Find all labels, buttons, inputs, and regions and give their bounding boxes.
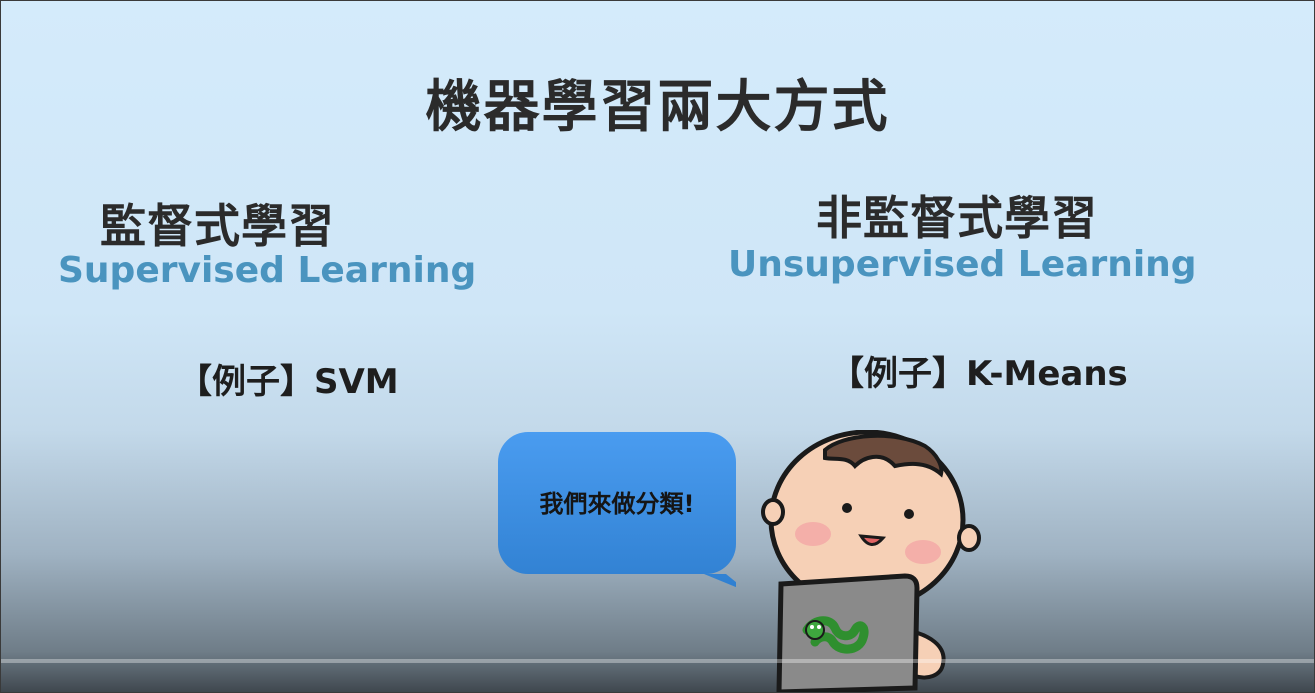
unsupervised-heading: 非監督式學習 — [816, 191, 1098, 245]
supervised-example: 【例子】SVM — [178, 362, 399, 402]
speech-bubble-text: 我們來做分類! — [539, 490, 695, 518]
slide-title: 機器學習兩大方式 — [425, 75, 890, 140]
video-progress-bar[interactable] — [0, 659, 1315, 663]
video-frame: 機器學習兩大方式 監督式學習 Supervised Learning 【例子】S… — [0, 0, 1315, 693]
unsupervised-example: 【例子】K-Means — [830, 354, 1128, 394]
supervised-heading: 監督式學習 — [100, 199, 335, 253]
boy-with-laptop-icon — [761, 430, 981, 693]
unsupervised-subheading: Unsupervised Learning — [728, 244, 1197, 285]
supervised-subheading: Supervised Learning — [58, 250, 477, 291]
